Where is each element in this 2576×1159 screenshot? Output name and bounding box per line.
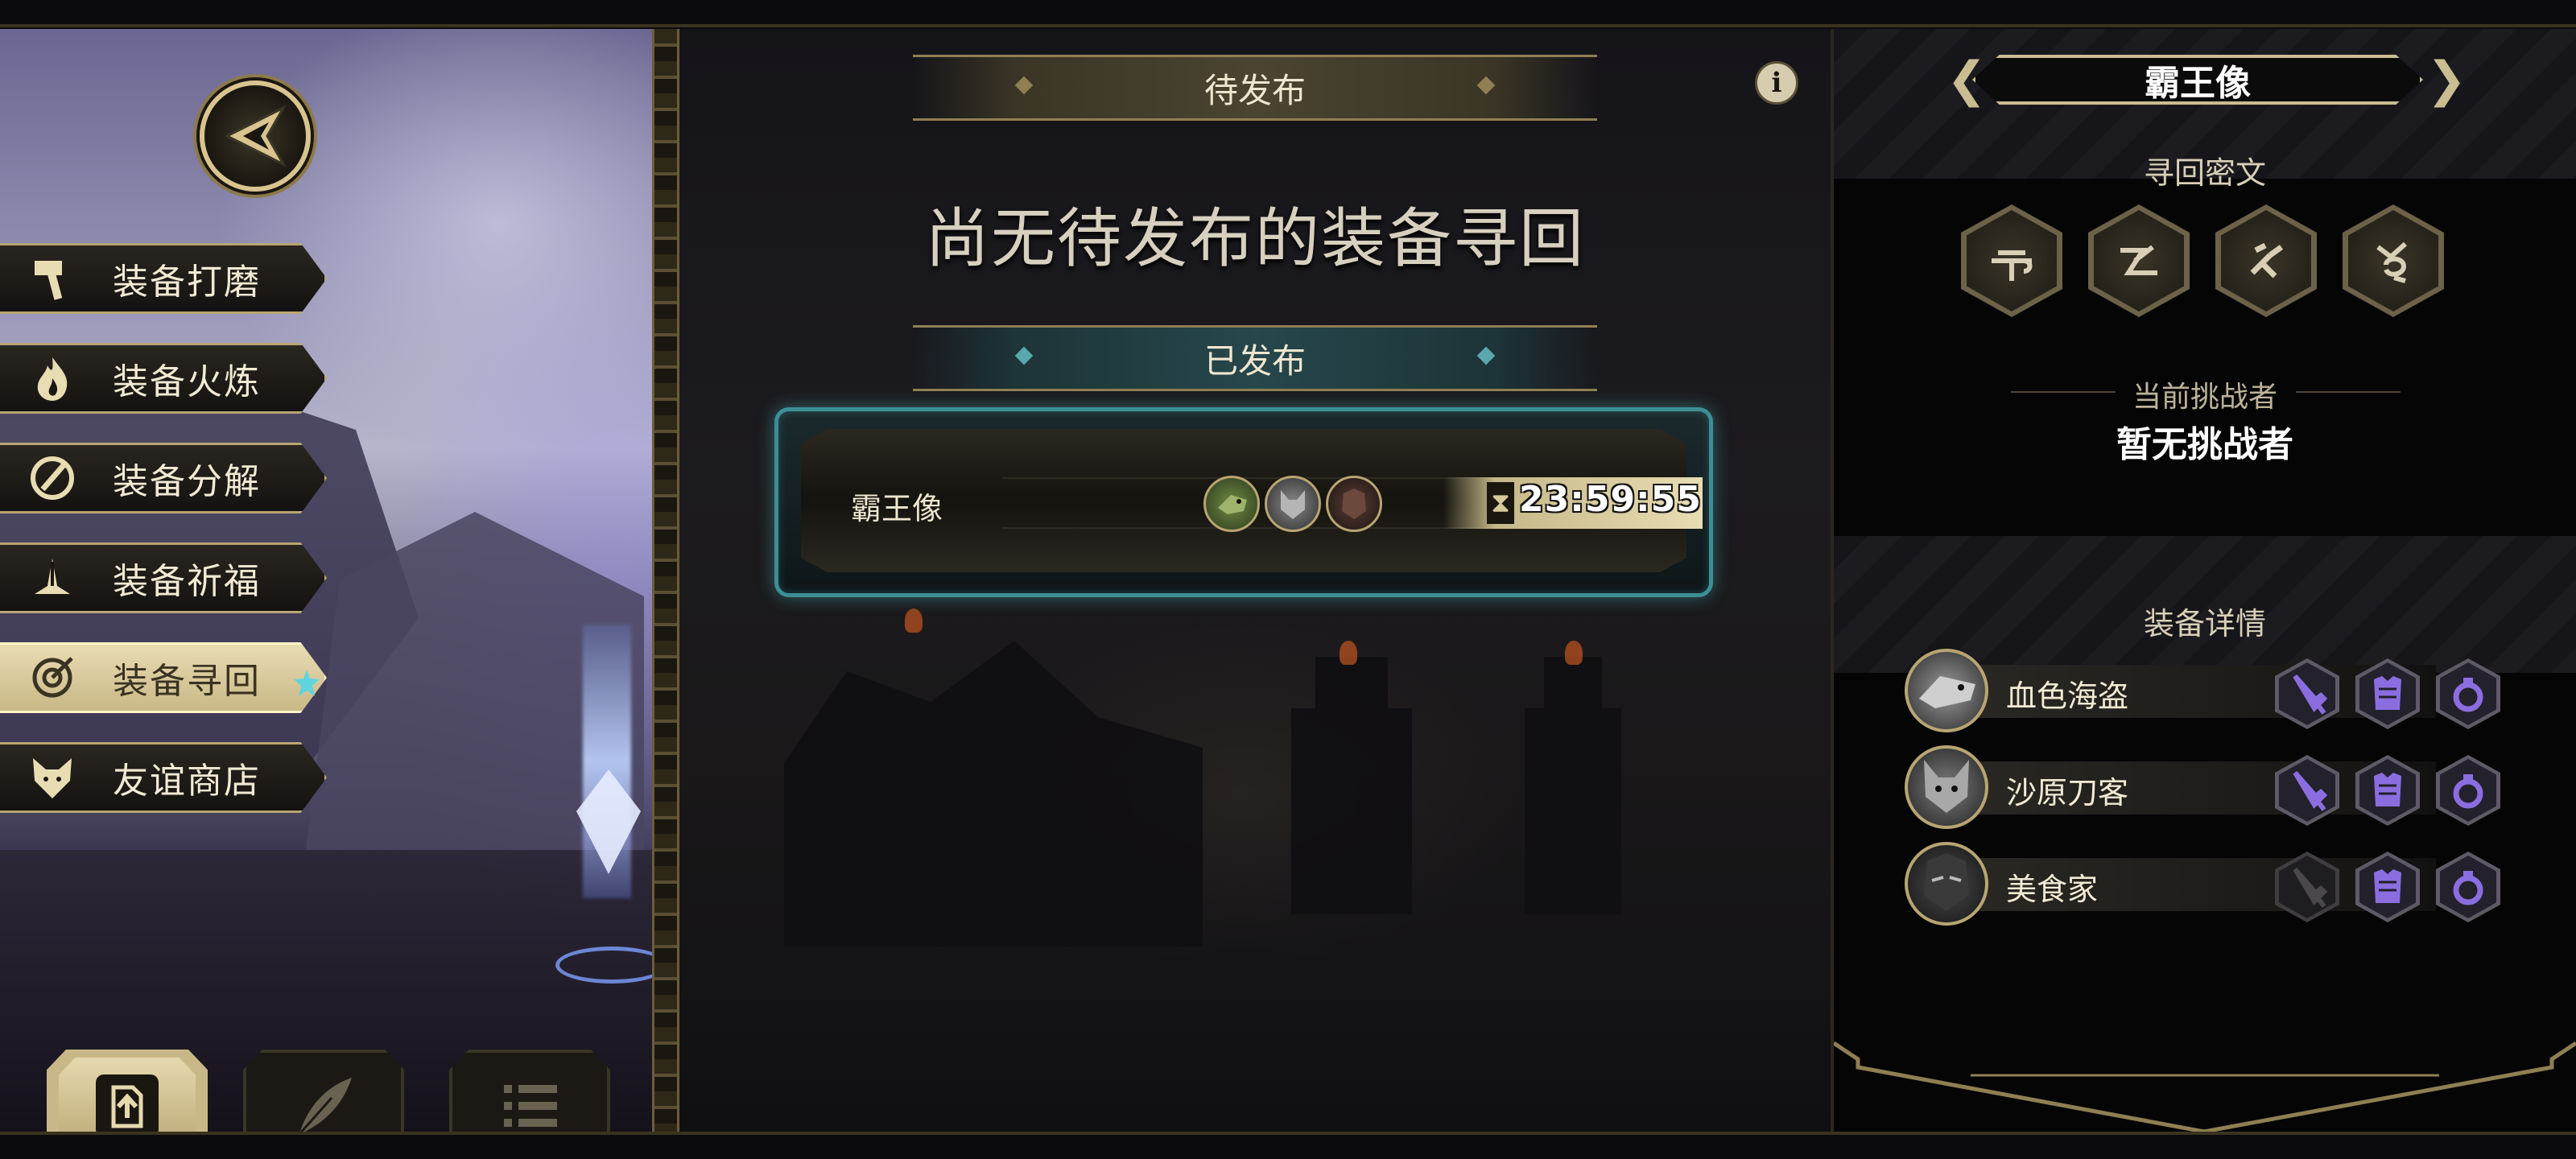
center-panel: 待发布 尚无待发布的装备寻回 i 已发布 霸王像 ⧗ 23:59:55 [679,29,1831,1132]
hero-name: 血色海盗 [2006,678,2129,714]
hammer-icon [24,250,80,307]
top-border [0,24,2576,27]
ring-icon [2453,774,2483,809]
pray-icon [24,550,80,606]
list-button[interactable] [449,1050,610,1132]
menu-item-label: 装备分解 [113,461,261,502]
armor-icon [2374,676,2401,710]
torch-flame [1340,641,1357,665]
bottom-border [0,1132,2576,1135]
ornament-icon [1014,76,1034,95]
quill-button[interactable] [243,1050,404,1132]
hero-portrait [1905,745,1988,829]
menu-item-bless[interactable]: 装备祈福 [0,542,327,613]
ornament-icon [1476,76,1496,95]
menu-item-label: 装备寻回 [113,661,261,702]
torch-flame [1565,641,1583,665]
ring-slot[interactable] [2436,852,2500,922]
ring-icon [2453,871,2483,905]
countdown-timer: 23:59:55 [1519,479,1702,520]
hero-portrait-dark [1326,476,1382,532]
right-panel-frame-bottom [1834,1011,2576,1132]
menu-item-label: 装备火炼 [113,361,261,402]
divider-line [2296,391,2401,393]
menu-item-polish[interactable]: 装备打磨 [0,243,327,314]
rune-slot[interactable] [2215,204,2317,317]
notification-badge-icon [294,670,320,696]
hourglass-icon: ⧗ [1487,482,1514,524]
rune-slot[interactable] [1961,204,2062,317]
sword-icon [2293,868,2327,908]
menu-item-disassemble[interactable]: 装备分解 [0,443,327,514]
hero-portrait-wolf [1265,476,1321,532]
hero-name: 美食家 [2006,872,2099,907]
ring-icon [2453,678,2483,712]
rune-1-icon [1992,250,2033,281]
left-panel: 装备打磨 装备火炼 装备分解 装备祈福 装备寻回 友谊商店 [0,29,652,1132]
info-icon[interactable]: i [1755,61,1798,105]
menu-item-retrieve[interactable]: 装备寻回 [0,642,327,713]
published-section-header: 已发布 [913,325,1597,391]
sword-icon [2293,674,2327,715]
quest-name: 霸王像 [851,491,943,526]
empty-message: 尚无待发布的装备寻回 [925,201,1585,276]
menu-item-label: 装备祈福 [113,561,261,602]
sword-icon [2293,771,2327,811]
published-header-label: 已发布 [1203,340,1306,381]
hero-portrait [1905,649,1988,732]
ornament-icon [1014,346,1034,365]
menu-item-label: 友谊商店 [113,761,261,802]
cipher-label: 寻回密文 [2143,155,2266,191]
menu-item-label: 装备打磨 [113,262,261,303]
pending-section-header: 待发布 [913,55,1597,121]
list-icon [504,1085,557,1127]
boss-name-banner: 霸王像 [1972,55,2423,105]
disassemble-icon [24,450,80,506]
hero-row[interactable]: 血色海盗 [1905,649,2500,732]
fox-icon [24,749,80,806]
hero-portrait [1905,842,1988,926]
background-silhouette [784,641,1203,947]
armor-icon [2374,773,2401,806]
torch-flame [905,608,923,633]
rune-slot[interactable] [2088,204,2190,317]
hero-portrait-lizard [1203,476,1260,532]
menu-item-forge[interactable]: 装备火炼 [0,343,327,414]
ring-slot[interactable] [2436,755,2500,826]
back-button[interactable] [200,80,311,192]
target-icon [24,650,80,706]
back-arrow-icon [224,105,287,167]
ring-slot[interactable] [2436,658,2500,729]
equipment-detail-label: 装备详情 [2143,606,2266,641]
background-tower [1291,657,1412,914]
challenger-value: 暂无挑战者 [2116,424,2293,465]
hero-row[interactable]: 美食家 [1905,842,2500,926]
panel-divider [652,29,679,1132]
hero-name: 沙原刀客 [2006,775,2129,810]
pending-header-label: 待发布 [1203,70,1306,110]
flame-icon [24,350,80,406]
background-tower [1525,657,1621,914]
quill-icon [298,1078,352,1132]
rune-slot[interactable] [2343,204,2444,317]
upload-button[interactable] [47,1050,208,1132]
right-panel: ❮ 霸王像 ❯ 寻回密文 当前挑战者 暂无挑战者 装备详情 血色海盗 沙原刀客 [1831,29,2576,1132]
challenger-label: 当前挑战者 [2132,381,2277,414]
rune-2-icon [2120,245,2157,275]
upload-icon [96,1074,159,1132]
hero-row[interactable]: 沙原刀客 [1905,745,2500,829]
rune-4-icon [2376,241,2407,283]
menu-item-friendship-shop[interactable]: 友谊商店 [0,742,327,813]
rune-3-icon [2250,242,2284,278]
boss-name: 霸王像 [2145,63,2251,104]
ornament-icon [1476,346,1496,365]
chevron-right-icon[interactable]: ❯ [2426,52,2467,108]
published-quest-card[interactable]: 霸王像 ⧗ 23:59:55 [774,407,1713,597]
armor-icon [2374,869,2401,903]
